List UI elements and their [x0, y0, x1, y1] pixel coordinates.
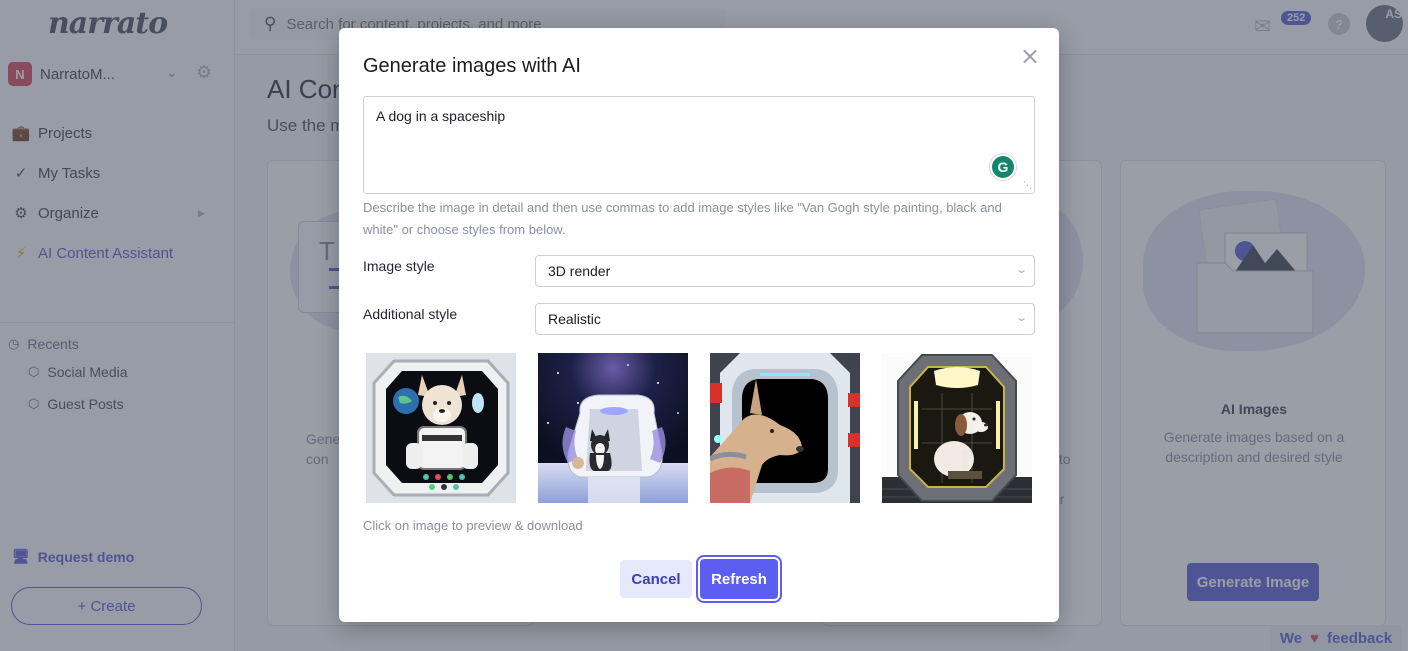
generated-image-4[interactable] [882, 353, 1032, 503]
image-style-select[interactable]: 3D render ⌄ [535, 255, 1035, 287]
cancel-button[interactable]: Cancel [620, 560, 692, 598]
resize-handle-icon[interactable]: ⋱ [1023, 180, 1032, 191]
prompt-help-text: Describe the image in detail and then us… [363, 200, 1002, 237]
generated-image-1[interactable] [366, 353, 516, 503]
grammarly-glyph: G [992, 156, 1014, 178]
close-icon[interactable]: × [1019, 44, 1041, 68]
generated-image-2[interactable] [538, 353, 688, 503]
prompt-textarea[interactable]: A dog in a spaceship [364, 97, 1034, 193]
grammarly-icon[interactable]: G [989, 153, 1017, 181]
additional-style-value: Realistic [548, 311, 601, 327]
additional-style-label: Additional style [363, 306, 458, 322]
chevron-down-icon: ⌄ [1014, 264, 1028, 276]
generated-image-3[interactable] [710, 353, 860, 503]
chevron-down-icon: ⌄ [1014, 312, 1028, 324]
image-style-label: Image style [363, 258, 435, 274]
image-style-value: 3D render [548, 263, 611, 279]
gallery-note: Click on image to preview & download [363, 518, 583, 533]
refresh-button[interactable]: Refresh [698, 557, 780, 601]
modal-title: Generate images with AI [363, 55, 581, 77]
prompt-field-wrapper: A dog in a spaceship G ⋱ [363, 96, 1035, 194]
additional-style-select[interactable]: Realistic ⌄ [535, 303, 1035, 335]
generate-images-modal: Generate images with AI × A dog in a spa… [339, 28, 1059, 622]
generated-images-gallery [366, 353, 1032, 503]
